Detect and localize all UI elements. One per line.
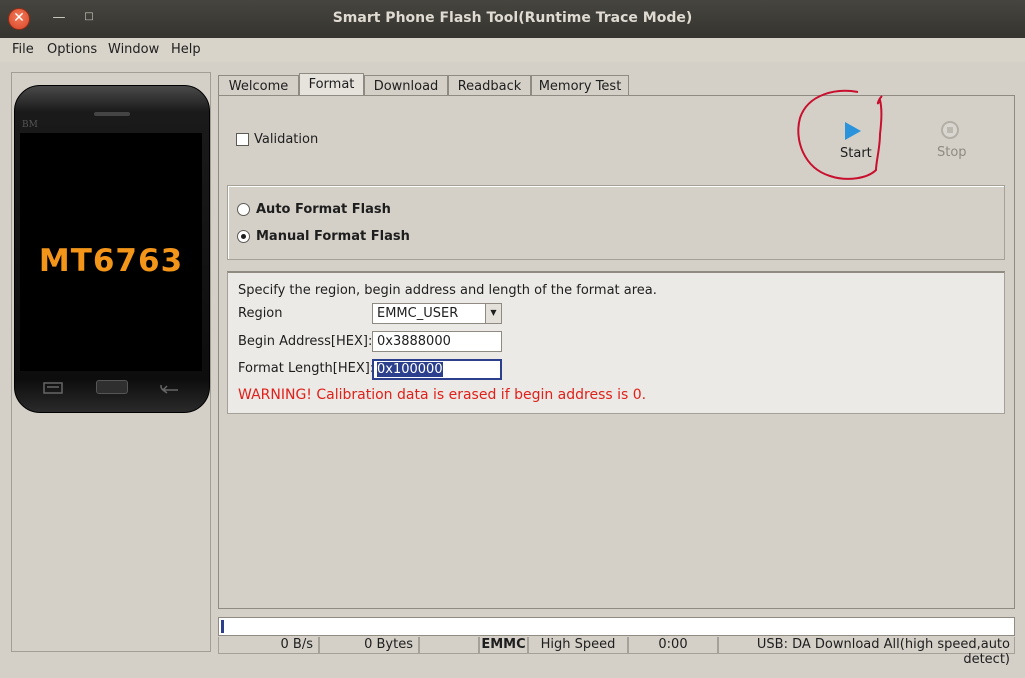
status-usb: USB: DA Download All(high speed,auto det… — [718, 637, 1015, 667]
status-storage: EMMC — [479, 637, 528, 654]
back-softkey-icon — [160, 385, 178, 394]
progress-bar — [218, 617, 1015, 636]
minimize-button[interactable]: — — [48, 8, 70, 30]
format-length-label: Format Length[HEX]: — [238, 361, 375, 376]
menu-file[interactable]: File — [12, 42, 34, 57]
auto-format-label: Auto Format Flash — [256, 202, 391, 217]
maximize-button[interactable]: □ — [78, 8, 100, 30]
stop-icon — [941, 121, 959, 139]
validation-checkbox[interactable] — [236, 133, 249, 146]
tab-format[interactable]: Format — [299, 73, 364, 97]
status-mode: High Speed — [528, 637, 628, 654]
menu-bar: File Options Window Help — [0, 38, 1025, 62]
menu-window[interactable]: Window — [108, 42, 159, 57]
annotation-circle — [797, 89, 883, 180]
format-length-input[interactable]: 0x100000 — [372, 359, 502, 380]
region-select[interactable]: EMMC_USER ▼ — [372, 303, 502, 324]
phone-brand: BM — [22, 120, 38, 130]
menu-options[interactable]: Options — [47, 42, 97, 57]
region-label: Region — [238, 306, 283, 321]
status-speed: 0 B/s — [218, 637, 319, 654]
tab-readback[interactable]: Readback — [448, 75, 531, 97]
menu-softkey-icon — [43, 382, 63, 394]
window-title: Smart Phone Flash Tool(Runtime Trace Mod… — [332, 10, 693, 26]
format-length-value: 0x100000 — [377, 362, 443, 377]
chip-label: MT6763 — [38, 243, 184, 279]
warning-text: WARNING! Calibration data is erased if b… — [238, 387, 647, 403]
title-bar: Smart Phone Flash Tool(Runtime Trace Mod… — [0, 0, 1025, 38]
status-spacer — [419, 637, 479, 654]
status-bytes: 0 Bytes — [319, 637, 419, 654]
validation-label: Validation — [254, 132, 319, 147]
begin-address-label: Begin Address[HEX]: — [238, 334, 373, 349]
chevron-down-icon: ▼ — [485, 304, 501, 323]
minimize-icon: — — [52, 10, 66, 25]
auto-format-radio[interactable] — [237, 203, 250, 216]
format-mode-group — [227, 185, 1005, 260]
tab-memory-test[interactable]: Memory Test — [531, 75, 629, 97]
progress-fill — [221, 620, 224, 633]
begin-address-input[interactable]: 0x3888000 — [372, 331, 502, 352]
stop-label: Stop — [937, 145, 967, 160]
menu-help[interactable]: Help — [171, 42, 201, 57]
close-icon: ✕ — [13, 10, 25, 26]
status-time: 0:00 — [628, 637, 718, 654]
tab-download[interactable]: Download — [364, 75, 448, 97]
tab-welcome[interactable]: Welcome — [218, 75, 299, 97]
region-value: EMMC_USER — [377, 306, 459, 321]
manual-format-radio[interactable] — [237, 230, 250, 243]
instructions-text: Specify the region, begin address and le… — [238, 283, 657, 298]
maximize-icon: □ — [84, 11, 94, 22]
manual-format-label: Manual Format Flash — [256, 229, 410, 244]
home-key-icon — [96, 380, 128, 394]
close-button[interactable]: ✕ — [8, 8, 30, 30]
phone-speaker — [94, 112, 130, 116]
